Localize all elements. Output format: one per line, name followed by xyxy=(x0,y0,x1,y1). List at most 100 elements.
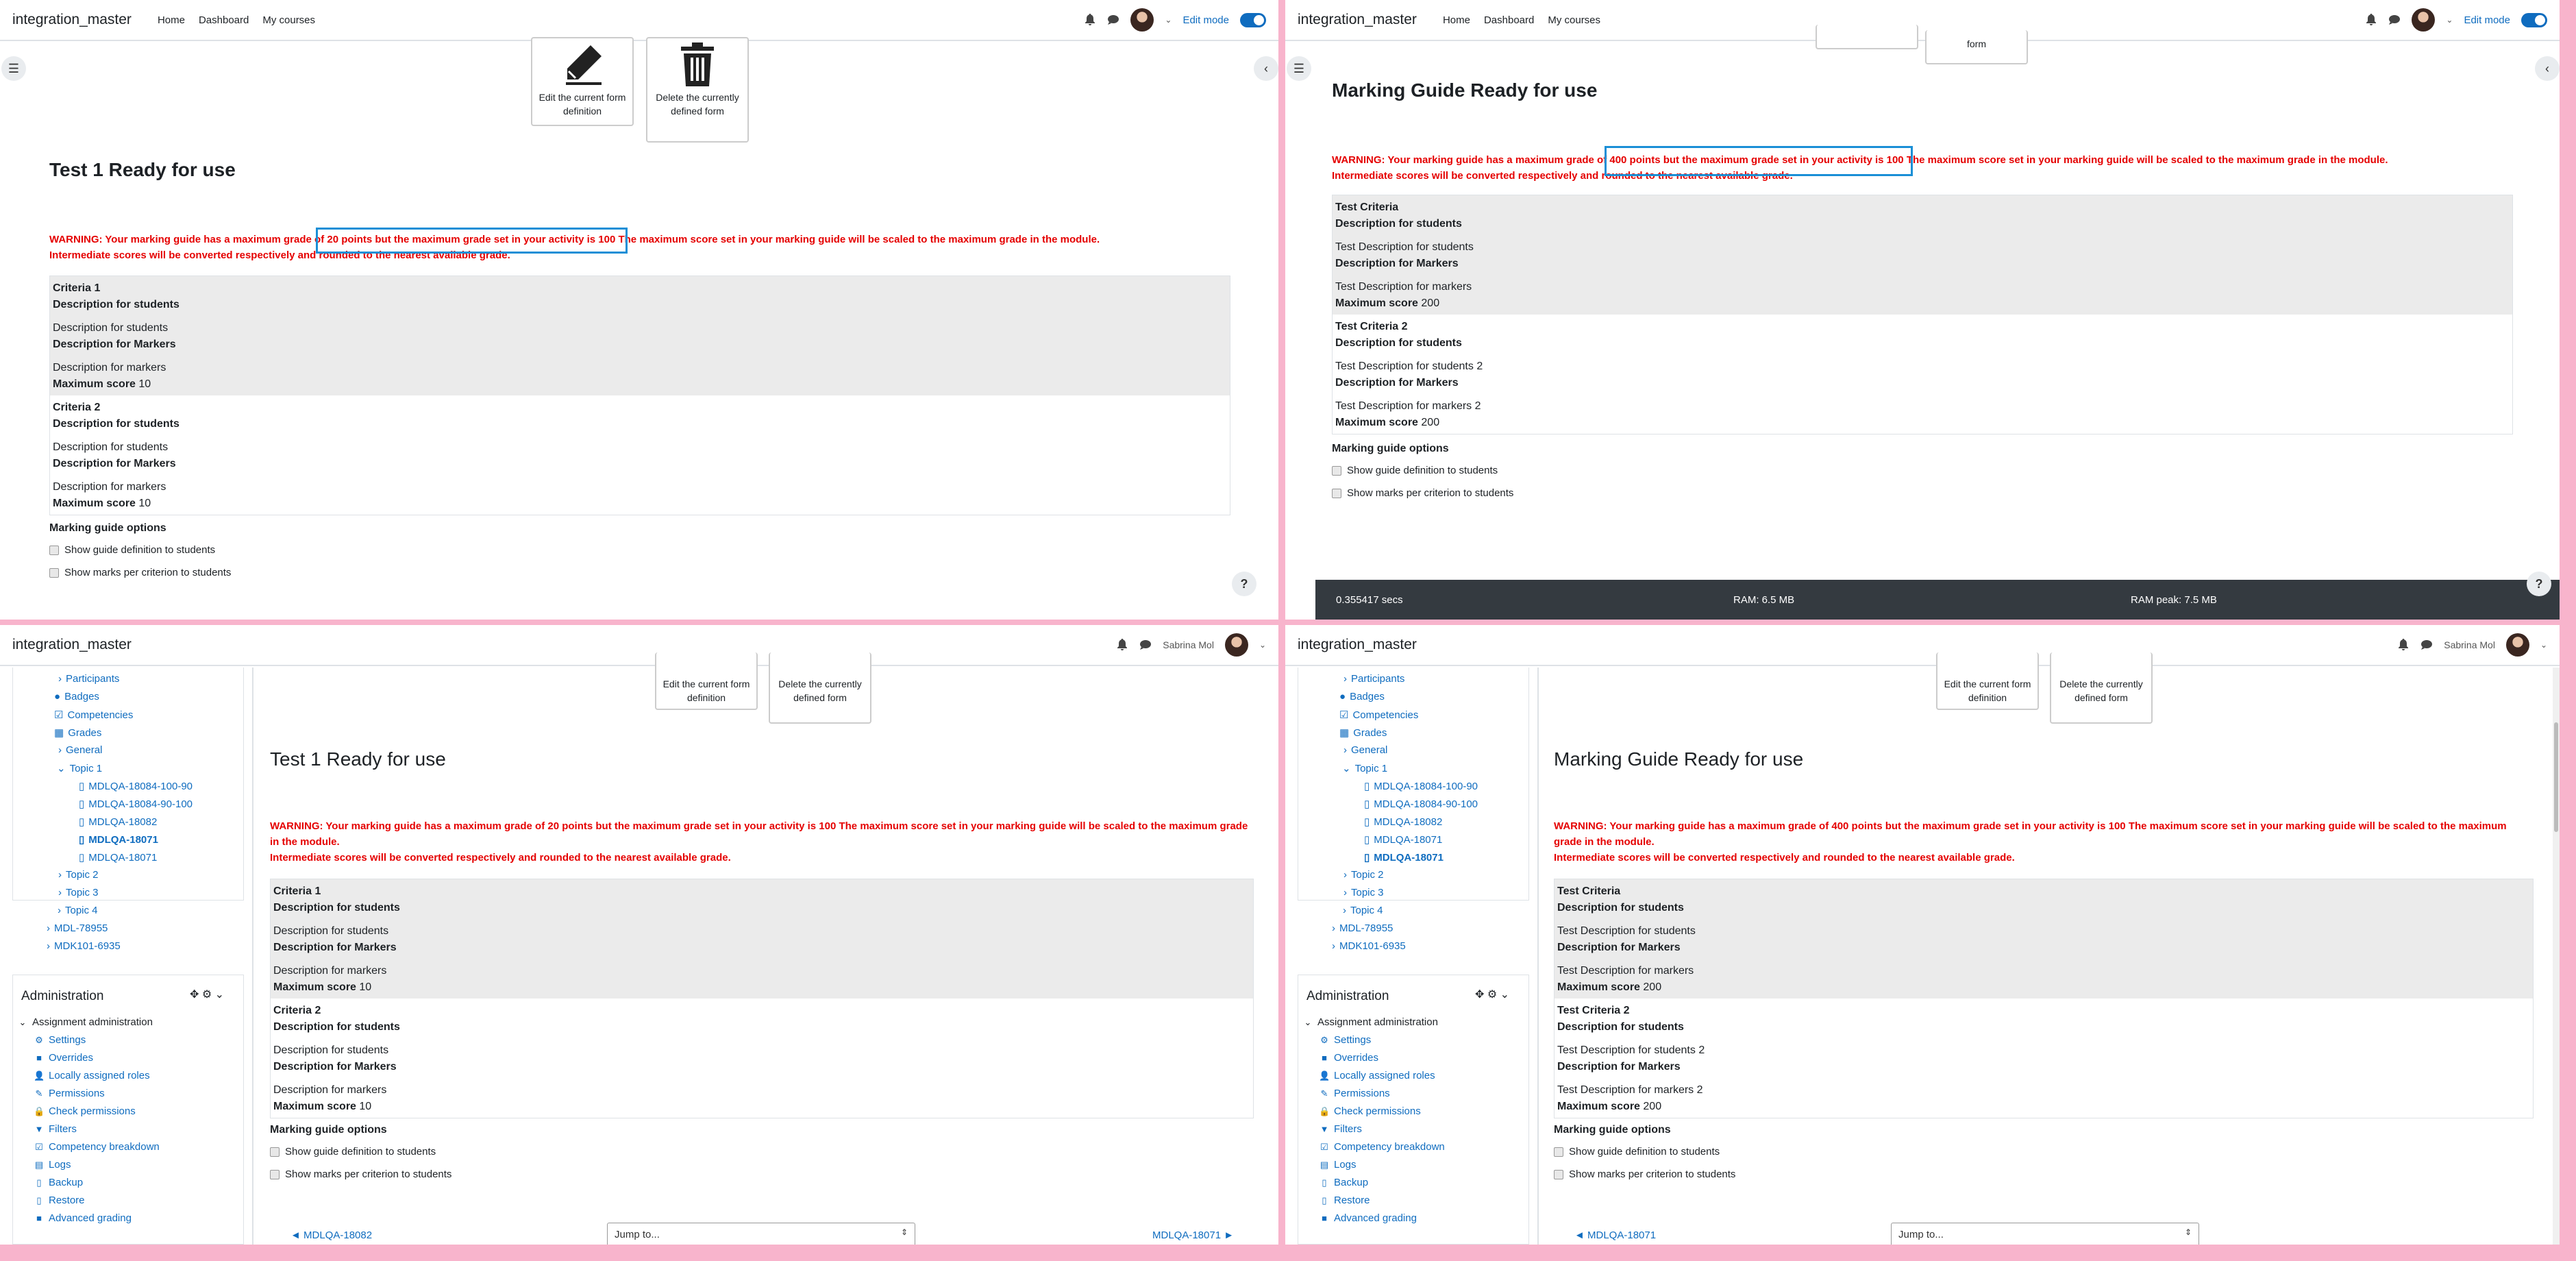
scrollbar-thumb[interactable] xyxy=(2554,722,2558,832)
ci-badges[interactable]: ● Badges xyxy=(54,691,99,702)
chevron-down-icon[interactable]: ⌄ xyxy=(1259,640,1266,650)
nav-dashboard[interactable]: Dashboard xyxy=(1484,14,1534,26)
ci-topic2[interactable]: › Topic 2 xyxy=(58,869,99,881)
nav-dashboard[interactable]: Dashboard xyxy=(199,14,249,26)
site-brand[interactable]: integration_master xyxy=(1298,12,1417,28)
edit-form-definition-button[interactable] xyxy=(1816,25,1918,49)
delete-form-button[interactable]: Delete the currently defined form xyxy=(769,652,871,724)
admin-roles[interactable]: 👤 Locally assigned roles xyxy=(1319,1070,1435,1081)
admin-logs[interactable]: ▤ Logs xyxy=(1319,1159,1357,1171)
course-index-toggle[interactable]: ☰ xyxy=(1287,56,1311,81)
ci-activity[interactable]: ▯ MDLQA-18084-100-90 xyxy=(1364,780,1478,793)
messages-icon[interactable] xyxy=(1139,639,1152,651)
show-definition-checkbox[interactable] xyxy=(49,545,59,555)
messages-icon[interactable] xyxy=(1107,14,1119,26)
show-marks-checkbox[interactable] xyxy=(49,567,59,578)
ci-activity[interactable]: ▯ MDLQA-18084-90-100 xyxy=(1364,798,1478,811)
nav-home[interactable]: Home xyxy=(1443,14,1470,26)
ci-activity[interactable]: ▯ MDLQA-18071 xyxy=(79,851,157,864)
ci-activity-current[interactable]: ▯ MDLQA-18071 xyxy=(79,833,158,846)
show-definition-checkbox[interactable] xyxy=(1554,1147,1563,1157)
ci-topic4[interactable]: › Topic 4 xyxy=(1343,905,1383,916)
chevron-down-icon[interactable]: ⌄ xyxy=(1165,15,1172,25)
delete-form-button[interactable]: form xyxy=(1925,30,2028,64)
admin-advanced-grading[interactable]: ■ Advanced grading xyxy=(1319,1212,1417,1224)
bell-icon[interactable] xyxy=(2397,639,2410,651)
course-index-toggle[interactable]: ☰ xyxy=(1,56,26,81)
edit-form-definition-button[interactable]: Edit the current form definition xyxy=(655,652,758,710)
admin-settings[interactable]: ⚙ Settings xyxy=(34,1034,86,1046)
ci-topic1[interactable]: ⌄ Topic 1 xyxy=(57,762,102,775)
help-button[interactable]: ? xyxy=(2527,572,2551,596)
ci-topic3[interactable]: › Topic 3 xyxy=(58,887,99,898)
ci-topic2[interactable]: › Topic 2 xyxy=(1343,869,1384,881)
help-button[interactable]: ? xyxy=(1232,572,1256,596)
ci-badges[interactable]: ● Badges xyxy=(1339,691,1385,702)
show-definition-checkbox[interactable] xyxy=(270,1147,280,1157)
admin-section[interactable]: ⌄ Assignment administration xyxy=(17,1016,153,1028)
show-definition-checkbox[interactable] xyxy=(1332,465,1341,476)
admin-settings[interactable]: ⚙ Settings xyxy=(1319,1034,1371,1046)
prev-activity-link[interactable]: ◄ MDLQA-18071 xyxy=(1574,1229,1656,1241)
admin-competency-breakdown[interactable]: ☑ Competency breakdown xyxy=(1319,1141,1445,1153)
delete-form-button[interactable]: Delete the currently defined form xyxy=(646,37,749,143)
edit-form-definition-button[interactable]: Edit the current form definition xyxy=(1936,652,2039,710)
admin-check-permissions[interactable]: 🔒 Check permissions xyxy=(1319,1105,1421,1117)
site-brand[interactable]: integration_master xyxy=(12,12,132,28)
admin-roles[interactable]: 👤 Locally assigned roles xyxy=(34,1070,150,1081)
ci-mdk[interactable]: › MDK101-6935 xyxy=(1332,940,1406,952)
ci-competencies[interactable]: ☑ Competencies xyxy=(54,709,133,722)
admin-restore[interactable]: ▯ Restore xyxy=(34,1195,84,1206)
ci-grades[interactable]: ▦ Grades xyxy=(54,726,101,739)
nav-my-courses[interactable]: My courses xyxy=(262,14,315,26)
scrollbar[interactable] xyxy=(2553,668,2560,1245)
ci-mdk[interactable]: › MDK101-6935 xyxy=(47,940,121,952)
admin-logs[interactable]: ▤ Logs xyxy=(34,1159,71,1171)
ci-general[interactable]: › General xyxy=(1343,744,1387,756)
chevron-down-icon[interactable]: ⌄ xyxy=(2540,640,2547,650)
admin-backup[interactable]: ▯ Backup xyxy=(1319,1177,1368,1188)
edit-mode-toggle[interactable] xyxy=(2521,12,2547,27)
site-brand[interactable]: integration_master xyxy=(1298,637,1417,653)
user-name[interactable]: Sabrina Mol xyxy=(1163,639,1214,650)
admin-competency-breakdown[interactable]: ☑ Competency breakdown xyxy=(34,1141,160,1153)
delete-form-button[interactable]: Delete the currently defined form xyxy=(2050,652,2153,724)
chevron-down-icon[interactable]: ⌄ xyxy=(2446,15,2453,25)
jump-to-select[interactable]: Jump to... ⇕ xyxy=(1891,1223,2199,1245)
admin-overrides[interactable]: ■ Overrides xyxy=(34,1052,93,1064)
jump-to-select[interactable]: Jump to... ⇕ xyxy=(607,1223,915,1245)
user-avatar[interactable] xyxy=(1130,8,1154,32)
ci-participants[interactable]: › Participants xyxy=(1343,673,1404,685)
ci-topic1[interactable]: ⌄ Topic 1 xyxy=(1342,762,1387,775)
block-controls[interactable]: ✥ ⚙ ⌄ xyxy=(1475,988,1509,1001)
admin-permissions[interactable]: ✎ Permissions xyxy=(1319,1088,1390,1099)
admin-restore[interactable]: ▯ Restore xyxy=(1319,1195,1370,1206)
block-controls[interactable]: ✥ ⚙ ⌄ xyxy=(190,988,224,1001)
nav-home[interactable]: Home xyxy=(158,14,185,26)
edit-form-definition-button[interactable]: Edit the current form definition xyxy=(531,37,634,126)
messages-icon[interactable] xyxy=(2420,639,2433,651)
ci-grades[interactable]: ▦ Grades xyxy=(1339,726,1387,739)
prev-activity-link[interactable]: ◄ MDLQA-18082 xyxy=(290,1229,372,1241)
messages-icon[interactable] xyxy=(2388,14,2401,26)
block-drawer-toggle[interactable]: ‹ xyxy=(2535,56,2560,81)
ci-activity-current[interactable]: ▯ MDLQA-18071 xyxy=(1364,851,1444,864)
ci-topic3[interactable]: › Topic 3 xyxy=(1343,887,1384,898)
ci-topic4[interactable]: › Topic 4 xyxy=(58,905,98,916)
ci-activity[interactable]: ▯ MDLQA-18082 xyxy=(79,816,157,829)
user-name[interactable]: Sabrina Mol xyxy=(2444,639,2495,650)
bell-icon[interactable] xyxy=(1084,14,1096,26)
ci-activity[interactable]: ▯ MDLQA-18084-90-100 xyxy=(79,798,193,811)
site-brand[interactable]: integration_master xyxy=(12,637,132,653)
edit-mode-toggle[interactable] xyxy=(1240,12,1266,27)
admin-check-permissions[interactable]: 🔒 Check permissions xyxy=(34,1105,136,1117)
ci-general[interactable]: › General xyxy=(58,744,102,756)
bell-icon[interactable] xyxy=(2365,14,2377,26)
admin-filters[interactable]: ▼ Filters xyxy=(1319,1123,1362,1135)
user-avatar[interactable] xyxy=(2412,8,2436,32)
user-avatar[interactable] xyxy=(1224,633,1248,657)
ci-activity[interactable]: ▯ MDLQA-18082 xyxy=(1364,816,1442,829)
user-avatar[interactable] xyxy=(2505,633,2529,657)
admin-filters[interactable]: ▼ Filters xyxy=(34,1123,77,1135)
block-drawer-toggle[interactable]: ‹ xyxy=(1254,56,1278,81)
